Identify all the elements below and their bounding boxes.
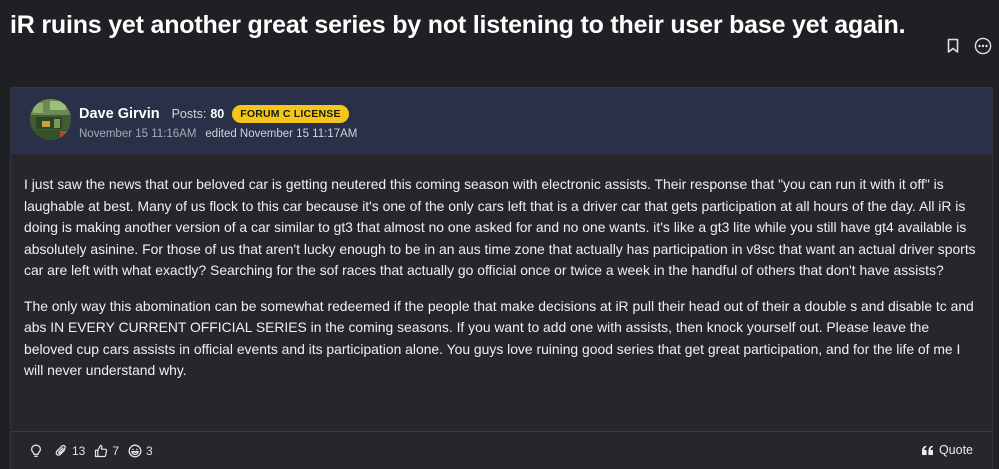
post-meta: November 15 11:16AM edited November 15 1…	[79, 128, 357, 140]
lightbulb-icon	[30, 444, 42, 457]
reaction-count: 7	[112, 444, 120, 458]
paperclip-icon	[55, 444, 66, 456]
title-actions	[944, 37, 992, 55]
posts-count: 80	[210, 107, 225, 121]
avatar[interactable]	[30, 99, 71, 140]
author-name[interactable]: Dave Girvin	[79, 106, 160, 122]
thread-title: iR ruins yet another great series by not…	[10, 11, 906, 39]
reaction-count: 3	[146, 444, 153, 458]
more-options-icon[interactable]	[974, 37, 992, 55]
post-footer: 13 7 3 Quote	[11, 431, 992, 469]
author-line: Dave Girvin Posts: 80 FORUM C LICENSE	[79, 105, 349, 123]
forum-post: Dave Girvin Posts: 80 FORUM C LICENSE No…	[10, 87, 993, 469]
posts-label: Posts:	[171, 107, 207, 121]
thumbs-up-icon	[95, 444, 108, 458]
license-badge: FORUM C LICENSE	[232, 105, 349, 123]
reaction-funny[interactable]: 3	[128, 444, 153, 458]
post-body: I just saw the news that our beloved car…	[24, 174, 979, 396]
quote-label: Quote	[938, 443, 973, 457]
grin-icon	[128, 444, 142, 458]
post-timestamp[interactable]: November 15 11:16AM	[79, 128, 196, 140]
reaction-insightful[interactable]	[30, 444, 46, 458]
forum-thread-page: iR ruins yet another great series by not…	[0, 0, 999, 469]
quote-icon	[921, 445, 933, 455]
quote-button[interactable]: Quote	[921, 443, 973, 457]
edited-timestamp: edited November 15 11:17AM	[205, 128, 358, 140]
reaction-count: 13	[72, 444, 86, 458]
reaction-attach[interactable]: 13	[55, 444, 85, 458]
post-header: Dave Girvin Posts: 80 FORUM C LICENSE No…	[11, 88, 992, 154]
bookmark-icon[interactable]	[944, 37, 962, 55]
reaction-like[interactable]: 7	[94, 444, 119, 458]
post-paragraph: The only way this abomination can be som…	[24, 297, 974, 379]
reactions-bar: 13 7 3	[30, 444, 162, 458]
post-paragraph: I just saw the news that our beloved car…	[24, 176, 976, 278]
